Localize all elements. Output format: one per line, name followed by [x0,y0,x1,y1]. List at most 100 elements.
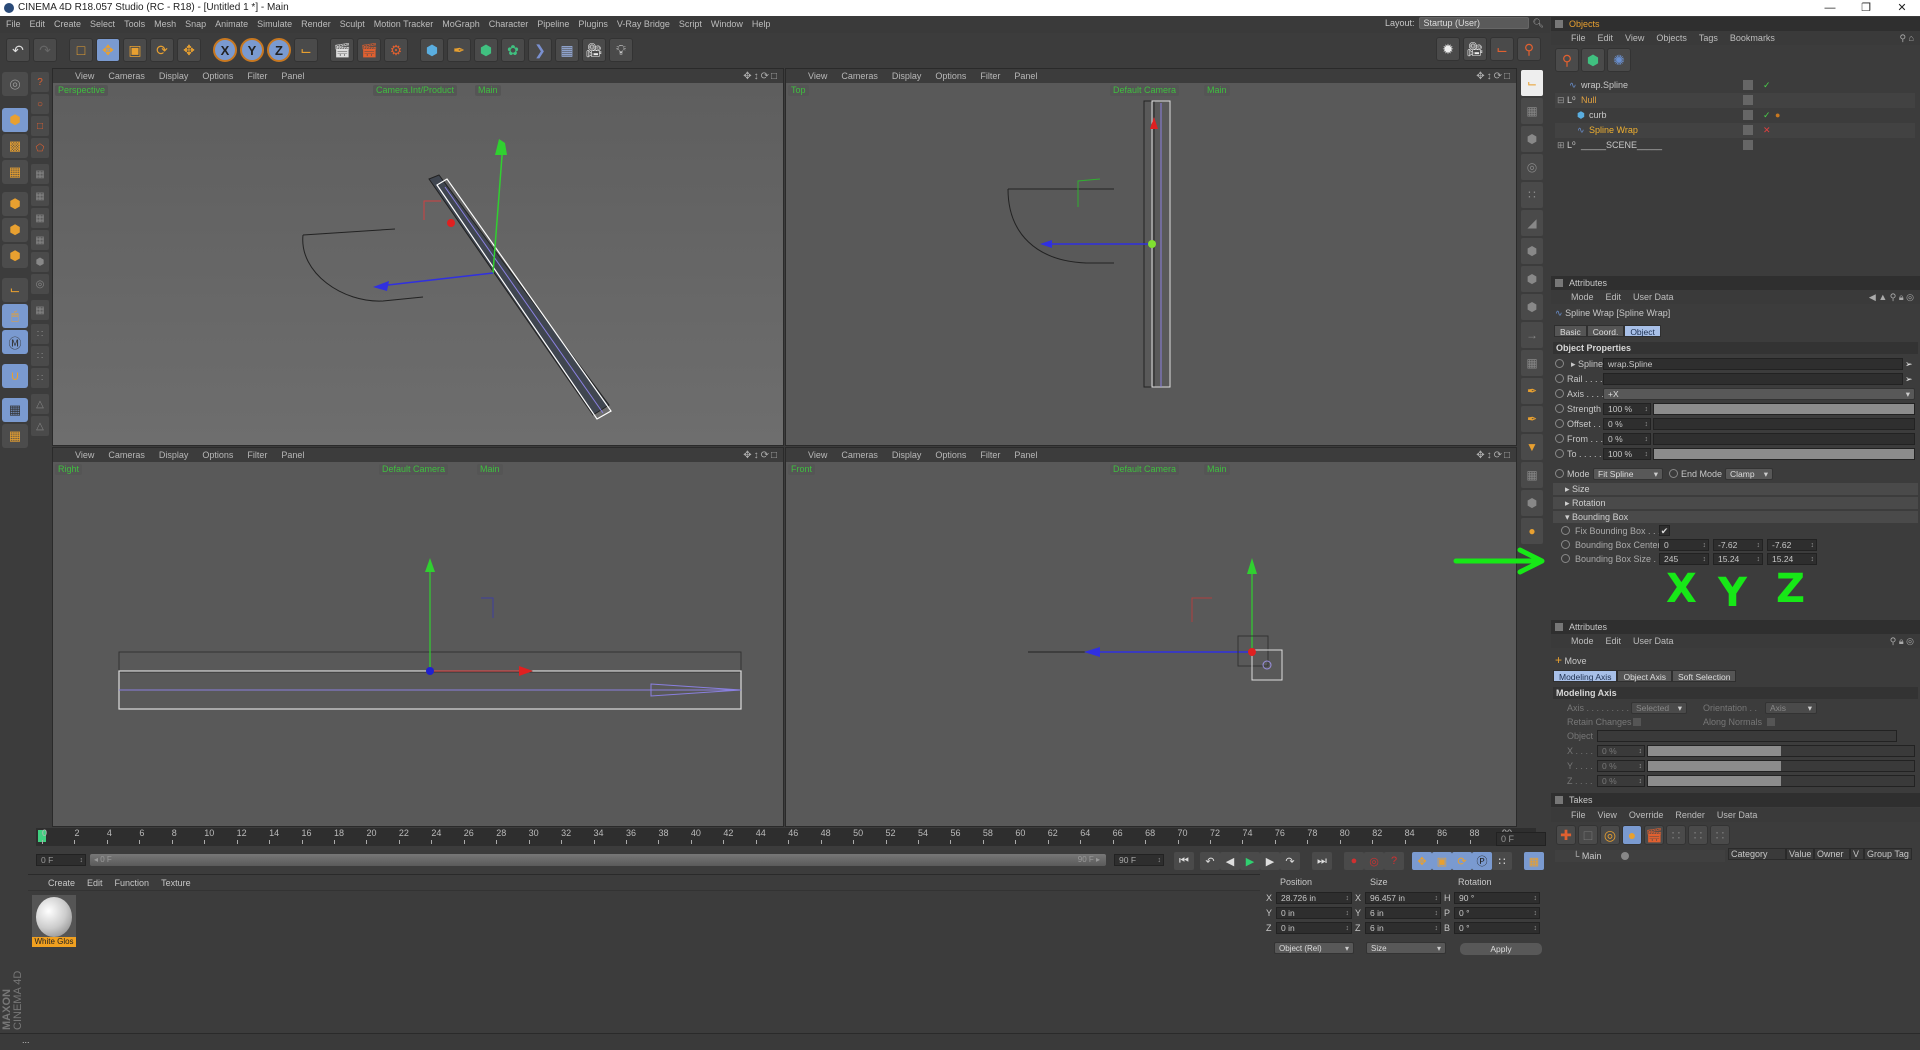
untriangulate-icon[interactable]: △ [31,416,49,436]
viewport-canvas[interactable]: Right Default Camera Main [53,462,783,826]
objects-menu-edit[interactable]: Edit [1598,31,1614,45]
edit-render-settings-icon[interactable]: ⚙ [384,38,408,62]
takes-menu-override[interactable]: Override [1629,808,1664,822]
to-slider[interactable] [1653,448,1915,460]
record-pla-button[interactable]: ∷ [1492,852,1512,870]
tab-object-axis[interactable]: Object Axis [1617,670,1672,682]
attr2-nav-icons[interactable]: ⚲ 🔒︎ ◎ [1890,634,1914,648]
animate-radio[interactable] [1555,359,1564,368]
position-field[interactable]: 0 in [1276,922,1352,934]
record-position-button[interactable]: ✥ [1412,852,1432,870]
menu-render[interactable]: Render [301,16,331,33]
visibility-flag[interactable] [1743,125,1753,135]
animate-radio[interactable] [1669,469,1678,478]
auto-take-icon[interactable]: ◎ [1600,825,1620,845]
point-grid-3-icon[interactable]: ∷ [31,368,49,388]
layout-search-icon[interactable]: 🔍︎ [1533,18,1544,29]
pen-curve-icon[interactable]: ✒ [1521,378,1543,404]
keyframe-selection-button[interactable]: ? [1384,852,1404,870]
viewport-front[interactable]: View Cameras Display Options Filter Pane… [785,447,1517,827]
animate-radio[interactable] [1555,419,1564,428]
bb-size-x[interactable]: 245 [1659,553,1709,565]
go-to-start-button[interactable]: ⏮︎ [1174,852,1194,870]
x-percent-field[interactable]: 0 % [1597,745,1645,757]
bb-center-z[interactable]: -7.62 [1767,539,1817,551]
record-parameter-button[interactable]: Ⓟ [1472,852,1492,870]
randomize-icon[interactable]: ▦ [31,230,49,250]
animate-radio[interactable] [1555,389,1564,398]
timeline-window-button[interactable]: ▦ [1524,852,1544,870]
material-swatch[interactable]: White Glos [32,895,76,947]
menu-vray-bridge[interactable]: V-Ray Bridge [617,16,670,33]
box-1-icon[interactable]: ⬢ [1521,238,1543,264]
menu-tools[interactable]: Tools [124,16,145,33]
z-percent-field[interactable]: 0 % [1597,775,1645,787]
undo-button[interactable]: ↶ [6,38,30,62]
apply-button[interactable]: Apply [1460,943,1542,955]
menu-mograph[interactable]: MoGraph [442,16,480,33]
visibility-flag[interactable] [1743,140,1753,150]
transfer-icon[interactable]: ◎ [31,274,49,294]
next-frame-button[interactable]: ▶ [1260,852,1280,870]
group-bounding-box[interactable]: ▾ Bounding Box [1553,511,1918,523]
animate-radio[interactable] [1561,526,1570,535]
rotate-tool-icon[interactable]: ⟳ [150,38,174,62]
subdivision-surface-icon[interactable]: ⬢ [474,38,498,62]
x-axis-lock-button[interactable]: X [213,38,237,62]
close-button[interactable]: ✕ [1884,0,1920,16]
objects-menu-objects[interactable]: Objects [1656,31,1687,45]
animate-radio[interactable] [1561,540,1570,549]
move-tool-icon[interactable]: ✥ [96,38,120,62]
vray-camera-icon[interactable]: 🎥︎ [1463,37,1487,61]
objects-menu-tags[interactable]: Tags [1699,31,1718,45]
vp-menu-cameras[interactable]: Cameras [108,448,145,462]
viewport-nav-icons[interactable]: ✥↕⟳□ [743,70,779,84]
menu-window[interactable]: Window [711,16,743,33]
menu-character[interactable]: Character [489,16,529,33]
animate-radio[interactable] [1561,554,1570,563]
cube-snap-icon[interactable]: ⬢ [1521,126,1543,152]
takes-menu-file[interactable]: File [1571,808,1586,822]
pick-object-icon[interactable]: ➢ [1905,372,1913,386]
menu-help[interactable]: Help [752,16,771,33]
box-2-icon[interactable]: ⬢ [1521,266,1543,292]
play-button[interactable]: ▶ [1240,852,1260,870]
animate-radio[interactable] [1555,404,1564,413]
col-group-tag[interactable]: Group Tag [1864,848,1912,860]
search-object-icon[interactable]: ⚲ [1517,37,1541,61]
vp-menu-filter[interactable]: Filter [247,448,267,462]
rect-select-icon[interactable]: □ [31,116,49,136]
takes-menu-render[interactable]: Render [1675,808,1705,822]
objects-menu-file[interactable]: File [1571,31,1586,45]
z-axis-lock-button[interactable]: Z [267,38,291,62]
texture-mode-icon[interactable]: ▩ [2,134,28,158]
deformer-icon[interactable]: ❯ [528,38,552,62]
object-row-spline-wrap[interactable]: ∿ Spline Wrap ✕ [1555,123,1915,138]
viewport-nav-icons[interactable]: ✥↕⟳□ [743,449,779,463]
model-mode-icon[interactable]: ⬢ [2,108,28,132]
animate-radio[interactable] [1555,434,1564,443]
render-settings-gear-icon[interactable]: ✹ [1436,37,1460,61]
override-icon[interactable]: ● [1622,825,1642,845]
points-mode-icon[interactable]: ⬢ [2,192,28,216]
menu-mesh[interactable]: Mesh [154,16,176,33]
attr-menu-edit[interactable]: Edit [1606,290,1622,304]
rotation-field[interactable]: 90 ° [1454,892,1540,904]
objects-menu-view[interactable]: View [1625,31,1644,45]
start-frame-field[interactable]: 0 F [36,854,86,866]
minimize-button[interactable]: — [1812,0,1848,16]
offset-field[interactable]: 0 % [1603,418,1651,430]
coord-size-dropdown[interactable]: Size [1366,942,1446,954]
menu-file[interactable]: File [6,16,21,33]
disabled-x[interactable]: ✕ [1763,123,1771,138]
animate-radio[interactable] [1555,449,1564,458]
vp-menu-panel[interactable]: Panel [281,448,304,462]
menu-snap[interactable]: Snap [185,16,206,33]
rotation-field[interactable]: 0 ° [1454,907,1540,919]
mat-menu-function[interactable]: Function [115,875,150,890]
record-active-objects-button[interactable]: ● [1344,852,1364,870]
vp-menu-filter[interactable]: Filter [247,69,267,83]
attr2-menu-user-data[interactable]: User Data [1633,634,1674,648]
coord-mode-dropdown[interactable]: Object (Rel) [1274,942,1354,954]
along-normals-checkbox[interactable] [1767,718,1775,726]
